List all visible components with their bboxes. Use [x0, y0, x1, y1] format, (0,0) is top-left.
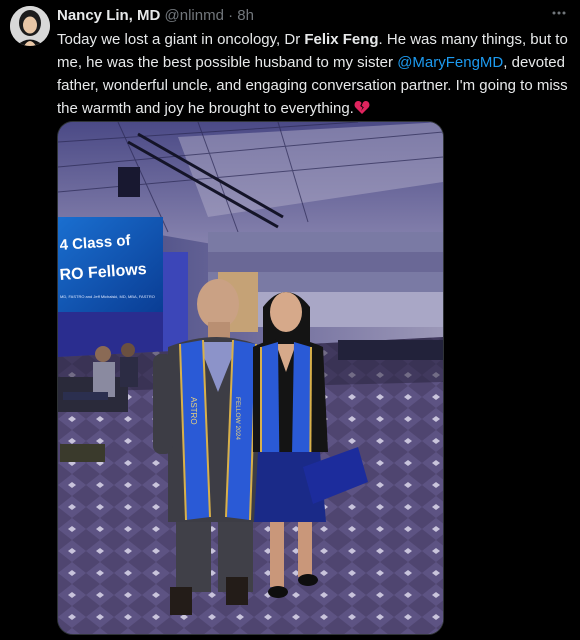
photo-canvas: 4 Class of RO Fellows MD, FASTRO and Jef… [58, 122, 443, 634]
screen-small-text: MD, FASTRO and Jeff Michalski, MD, MBA, … [60, 294, 155, 299]
tweet: Nancy Lin, MD @nlinmd · 8h Today we lost… [0, 0, 580, 640]
tweet-text: Today we lost a giant in oncology, Dr Fe… [57, 28, 572, 120]
separator-dot: · [228, 7, 234, 24]
tweet-text-part1: Today we lost a giant in oncology, Dr [57, 31, 305, 48]
broken-heart-icon [354, 99, 370, 114]
stole-text-left: ASTRO [189, 397, 198, 425]
tweet-header: Nancy Lin, MD @nlinmd · 8h [57, 7, 254, 25]
author-name[interactable]: Nancy Lin, MD [57, 7, 160, 24]
author-handle[interactable]: @nlinmd [165, 7, 224, 24]
mention-link[interactable]: @MaryFengMD [397, 54, 503, 71]
avatar[interactable] [10, 6, 50, 46]
stole-text-right: FELLOW 2024 [234, 397, 241, 440]
tweet-photo[interactable]: 4 Class of RO Fellows MD, FASTRO and Jef… [57, 121, 444, 635]
timestamp[interactable]: 8h [237, 7, 254, 24]
tweet-bold-name: Felix Feng [304, 31, 379, 48]
more-options-icon[interactable] [548, 4, 570, 22]
avatar-photo [10, 6, 50, 46]
